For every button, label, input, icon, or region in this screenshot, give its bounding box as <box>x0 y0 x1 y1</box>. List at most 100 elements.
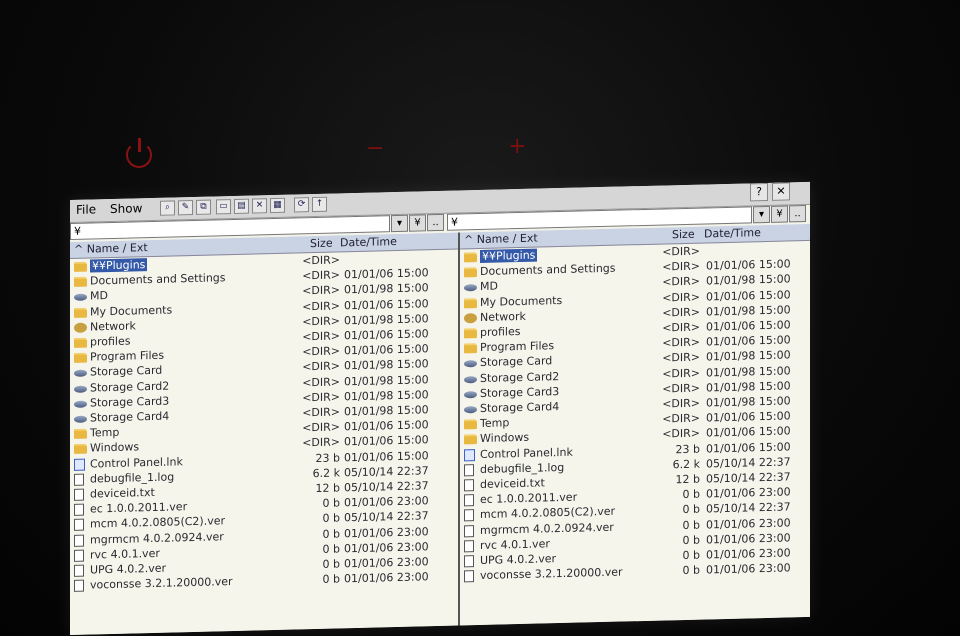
file-date: 01/01/98 15:00 <box>344 403 429 419</box>
file-date: 01/01/98 15:00 <box>344 312 429 328</box>
file-size: 0 b <box>322 496 340 511</box>
file-icon <box>74 564 84 577</box>
left-header-name[interactable]: ^ Name / Ext <box>74 241 148 256</box>
delete-icon[interactable]: ✕ <box>252 198 267 214</box>
menu-show[interactable]: Show <box>110 201 142 216</box>
left-header-date[interactable]: Date/Time <box>340 235 397 249</box>
left-parent-button[interactable]: .. <box>427 213 444 232</box>
new-folder-icon[interactable]: ▤ <box>234 198 249 214</box>
file-date: 01/01/98 15:00 <box>344 281 429 297</box>
file-name: debugfile_1.log <box>90 470 175 486</box>
file-icon <box>74 503 84 517</box>
folder-icon <box>464 252 477 263</box>
file-name: Network <box>480 309 526 324</box>
folder-icon <box>74 352 87 364</box>
file-date: 01/01/06 23:00 <box>344 540 429 556</box>
file-size: 0 b <box>322 572 340 587</box>
file-name: ¥¥Plugins <box>480 248 538 263</box>
file-size: <DIR> <box>302 420 340 435</box>
file-size: <DIR> <box>662 350 700 365</box>
file-size: 0 b <box>682 533 700 547</box>
file-name: Network <box>90 319 136 334</box>
left-pane: ^ Name / Ext Size Date/Time ¥¥Plugins <DI… <box>70 232 460 635</box>
file-date: 01/01/98 15:00 <box>344 388 429 404</box>
file-size: <DIR> <box>662 244 700 259</box>
file-name: mgrmcm 4.0.2.0924.ver <box>480 520 614 537</box>
net-icon <box>74 322 87 333</box>
file-size: <DIR> <box>302 253 340 268</box>
file-size: <DIR> <box>662 366 700 381</box>
file-date: 01/01/06 15:00 <box>706 424 791 440</box>
right-header-date[interactable]: Date/Time <box>704 226 761 240</box>
file-date: 05/10/14 22:37 <box>344 509 429 525</box>
drive-icon <box>74 415 87 423</box>
file-date: 01/01/06 15:00 <box>706 409 791 425</box>
file-size: 0 b <box>322 526 340 541</box>
file-name: Windows <box>90 440 140 455</box>
right-path-dropdown-icon[interactable]: ▾ <box>753 205 770 224</box>
file-name: profiles <box>480 324 521 339</box>
close-button[interactable]: ✕ <box>772 182 790 201</box>
screen: File Show ⌕ ✎ ⧉ ▭ ▤ ✕ ▦ ⟳ ↑ ? ✕ ¥ ▾ ¥ ..… <box>70 181 810 635</box>
drive-icon <box>464 375 477 383</box>
volume-up-button[interactable]: + <box>508 134 526 159</box>
file-name: Storage Card <box>90 364 163 379</box>
file-size: 0 b <box>682 518 700 532</box>
copy-icon[interactable]: ⧉ <box>196 199 211 215</box>
file-name: Storage Card4 <box>90 409 170 425</box>
file-name: profiles <box>90 334 131 349</box>
file-name: ec 1.0.0.2011.ver <box>90 500 188 516</box>
file-name: deviceid.txt <box>480 476 545 491</box>
file-icon <box>464 494 474 507</box>
folder-icon <box>464 434 477 445</box>
file-icon <box>74 473 84 486</box>
file-date: 01/01/06 15:00 <box>344 342 429 358</box>
refresh-icon[interactable]: ⟳ <box>294 197 309 213</box>
file-date: 05/10/14 22:37 <box>706 500 791 516</box>
properties-icon[interactable]: ▦ <box>270 197 285 214</box>
menu-show-label: Show <box>110 201 143 217</box>
file-size: <DIR> <box>302 314 340 329</box>
file-name: MD <box>480 279 498 294</box>
file-date: 01/01/06 15:00 <box>706 257 791 273</box>
file-date: 01/01/06 23:00 <box>706 531 791 547</box>
right-header-name[interactable]: ^ Name / Ext <box>464 232 538 247</box>
file-date: 01/01/06 23:00 <box>344 494 429 510</box>
file-icon <box>464 555 474 568</box>
right-root-button[interactable]: ¥ <box>771 205 788 223</box>
file-icon <box>464 524 474 537</box>
left-header-size[interactable]: Size <box>310 237 333 251</box>
menu-file[interactable]: File <box>76 202 96 216</box>
folder-up-icon[interactable]: ↑ <box>312 196 327 213</box>
drive-icon <box>74 369 87 378</box>
file-name: Documents and Settings <box>90 271 226 288</box>
file-date: 01/01/06 15:00 <box>344 433 429 449</box>
file-date: 05/10/14 22:37 <box>706 470 791 486</box>
volume-down-button[interactable]: − <box>366 136 384 161</box>
file-name: Storage Card3 <box>90 394 170 410</box>
file-date: 01/01/06 15:00 <box>344 418 429 434</box>
help-button[interactable]: ? <box>750 182 768 202</box>
file-date: 01/01/06 23:00 <box>706 515 791 532</box>
drive-icon <box>464 390 477 399</box>
right-parent-button[interactable]: .. <box>789 205 806 223</box>
left-path-dropdown-icon[interactable]: ▾ <box>391 214 408 233</box>
menu-file-label: File <box>76 202 97 217</box>
right-header-size[interactable]: Size <box>672 228 695 242</box>
edit-icon[interactable]: ✎ <box>178 199 193 216</box>
folder-icon <box>74 428 87 440</box>
folder-icon <box>464 328 477 339</box>
file-date: 01/01/98 15:00 <box>706 363 791 380</box>
file-name: Windows <box>480 431 530 446</box>
file-size: <DIR> <box>302 390 340 405</box>
left-root-button[interactable]: ¥ <box>409 214 426 232</box>
file-name: Documents and Settings <box>480 261 616 279</box>
drive-icon <box>464 406 477 414</box>
drive-icon <box>74 293 87 302</box>
file-size: 0 b <box>682 502 700 517</box>
file-date: 01/01/06 23:00 <box>706 485 791 501</box>
find-icon[interactable]: ⌕ <box>160 200 175 216</box>
file-name: ¥¥Plugins <box>90 258 148 273</box>
computer-icon[interactable]: ▭ <box>216 199 231 215</box>
file-name: UPG 4.0.2.ver <box>480 552 556 567</box>
